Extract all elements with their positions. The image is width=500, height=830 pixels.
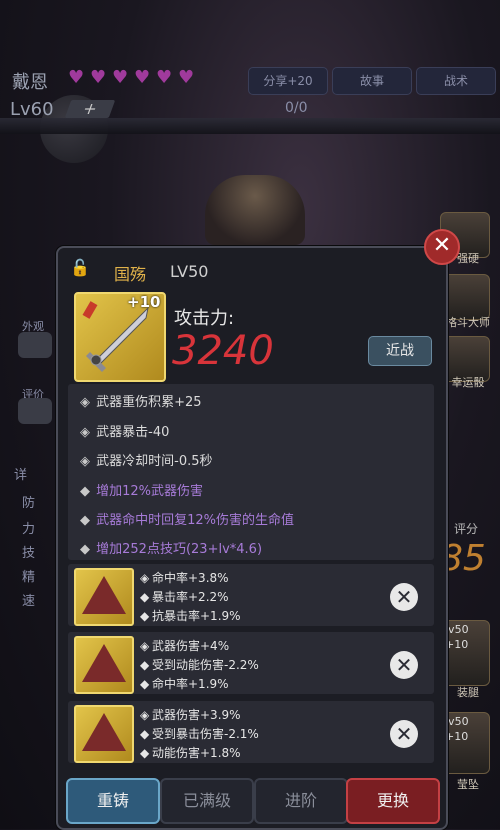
gem-stat: ◈ 武器伤害+3.9% bbox=[140, 708, 241, 722]
gem-stat: ◈ 武器伤害+4% bbox=[140, 639, 230, 653]
equip-card-level: lv50 bbox=[445, 715, 469, 728]
level-plus-button[interactable]: + bbox=[64, 99, 116, 118]
gem-stat: ◆ 暴击率+2.2% bbox=[140, 590, 229, 604]
gem-stat: ◆ 受到动能伤害-2.2% bbox=[140, 658, 259, 672]
stats-list bbox=[68, 384, 434, 560]
equip-card-enhance: +10 bbox=[445, 730, 469, 743]
close-button[interactable]: ✕ bbox=[424, 229, 460, 265]
hero-level: Lv60 bbox=[10, 99, 54, 120]
hearts-row: ♥ ♥ ♥ ♥ ♥ ♥ bbox=[68, 67, 197, 88]
equip-label-1: 装腿 bbox=[457, 686, 479, 699]
stat-line: ◈ 武器重伤积累+25 bbox=[80, 395, 202, 410]
side-label-defense: 防 bbox=[22, 496, 36, 511]
gem-stat: ◆ 动能伤害+1.8% bbox=[140, 746, 241, 760]
xp-counter: 0/0 bbox=[285, 100, 308, 116]
remove-gem-button[interactable]: ✕ bbox=[390, 651, 418, 679]
bullet-icon: ◈ bbox=[80, 395, 90, 410]
heart-icon: ♥ bbox=[178, 67, 195, 88]
equip-card-enhance: +10 bbox=[445, 638, 469, 651]
stat-line: ◈ 武器冷却时间-0.5秒 bbox=[80, 454, 213, 469]
enhance-level: +10 bbox=[127, 293, 161, 311]
gem-icon[interactable] bbox=[74, 705, 134, 763]
gem-stat: ◆ 受到暴击伤害-2.1% bbox=[140, 727, 259, 741]
heart-icon: ♥ bbox=[68, 67, 85, 88]
bullet-icon: ◆ bbox=[80, 542, 90, 557]
remove-gem-button[interactable]: ✕ bbox=[390, 583, 418, 611]
bullet-icon: ◈ bbox=[80, 425, 90, 440]
item-level: LV50 bbox=[170, 262, 209, 281]
heart-icon: ♥ bbox=[156, 67, 173, 88]
recast-button[interactable]: 重铸 bbox=[66, 778, 160, 824]
stat-line: ◈ 武器暴击-40 bbox=[80, 425, 170, 440]
heart-icon: ♥ bbox=[134, 67, 151, 88]
side-label-speed: 速 bbox=[22, 594, 36, 609]
tab-story[interactable]: 故事 bbox=[332, 67, 412, 95]
gem-icon[interactable] bbox=[74, 636, 134, 694]
bullet-icon: ◈ bbox=[80, 454, 90, 469]
heart-icon: ♥ bbox=[112, 67, 129, 88]
score-label: 评分 bbox=[454, 522, 479, 536]
weapon-type-button[interactable]: 近战 bbox=[368, 336, 432, 366]
hero-portrait bbox=[205, 175, 305, 245]
remove-gem-button[interactable]: ✕ bbox=[390, 720, 418, 748]
bullet-icon: ◆ bbox=[80, 484, 90, 499]
stat-line-bonus: ◆ 增加252点技巧(23+lv*4.6) bbox=[80, 542, 263, 557]
heart-icon: ♥ bbox=[90, 67, 107, 88]
unlock-icon[interactable]: 🔓 bbox=[70, 258, 90, 278]
tab-share[interactable]: 分享+20 bbox=[248, 67, 328, 95]
side-label-detail[interactable]: 详 bbox=[14, 464, 27, 483]
equip-card-level: lv50 bbox=[445, 623, 469, 636]
item-name: 国殇 bbox=[114, 265, 147, 284]
stat-line-bonus: ◆ 增加12%武器伤害 bbox=[80, 484, 204, 499]
stat-line-bonus: ◆ 武器命中时回复12%伤害的生命值 bbox=[80, 513, 295, 528]
hero-name: 戴恩 bbox=[12, 72, 48, 93]
advance-button[interactable]: 进阶 bbox=[254, 778, 348, 824]
gem-stat: ◆ 命中率+1.9% bbox=[140, 677, 229, 691]
talent-label-dice: 幸运骰 bbox=[451, 376, 485, 389]
chat-icon[interactable] bbox=[18, 398, 52, 424]
planet-horizon bbox=[0, 118, 500, 134]
bullet-icon: ◆ bbox=[80, 513, 90, 528]
gem-stat: ◆ 抗暴击率+1.9% bbox=[140, 609, 241, 623]
side-label-skill: 技 bbox=[22, 546, 36, 561]
side-label-power: 力 bbox=[22, 522, 36, 537]
shirt-icon[interactable] bbox=[18, 332, 52, 358]
equip-label-2: 莹坠 bbox=[457, 778, 479, 791]
swap-button[interactable]: 更换 bbox=[346, 778, 440, 824]
max-level-button[interactable]: 已满级 bbox=[160, 778, 254, 824]
tab-tactics[interactable]: 战术 bbox=[416, 67, 496, 95]
gem-icon[interactable] bbox=[74, 568, 134, 626]
side-label-spirit: 精 bbox=[22, 570, 36, 585]
gem-stat: ◈ 命中率+3.8% bbox=[140, 571, 229, 585]
attack-label: 攻击力: bbox=[174, 308, 235, 329]
attack-value: 3240 bbox=[172, 328, 274, 374]
talent-label-fighter: 格斗大师 bbox=[446, 316, 490, 329]
